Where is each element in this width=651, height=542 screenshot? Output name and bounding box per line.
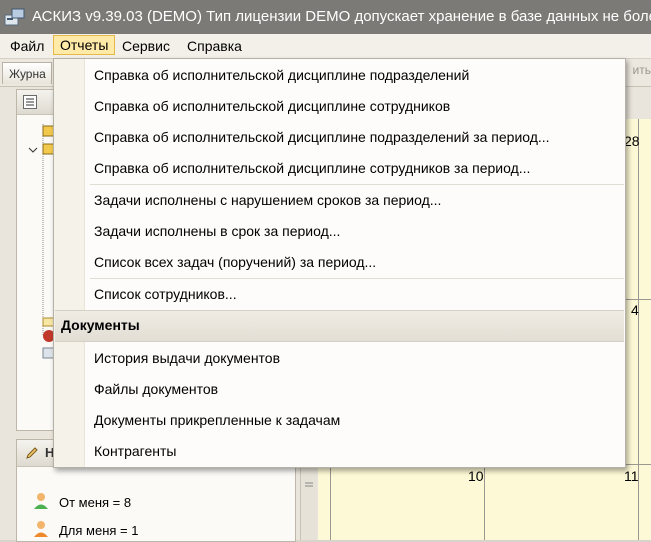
menu-section-documents: Документы <box>55 310 624 342</box>
stat-label: Для меня = 1 <box>59 523 139 538</box>
user-green-icon <box>34 493 48 509</box>
list-icon <box>23 95 37 109</box>
menu-separator <box>90 278 624 279</box>
pencil-icon <box>26 447 38 459</box>
toolbar-clipped-label: ить <box>632 63 651 77</box>
menu-item-doc-files[interactable]: Файлы документов <box>94 378 218 400</box>
reports-dropdown-menu: Справка об исполнительской дисциплине по… <box>53 58 626 468</box>
section-title: Документы <box>61 317 140 333</box>
calendar-day[interactable]: 28 <box>624 133 640 149</box>
menu-item-dept-discipline[interactable]: Справка об исполнительской дисциплине по… <box>94 64 469 86</box>
menu-icon-gutter <box>54 59 85 467</box>
menu-item-doc-history[interactable]: История выдачи документов <box>94 347 280 369</box>
menu-help[interactable]: Справка <box>181 36 248 56</box>
menu-item-tasks-on-time[interactable]: Задачи исполнены в срок за период... <box>94 220 340 242</box>
menu-item-all-tasks[interactable]: Список всех задач (поручений) за период.… <box>94 251 376 273</box>
tab-journal[interactable]: Журна <box>2 62 52 84</box>
menu-item-staff-list[interactable]: Список сотрудников... <box>94 283 237 305</box>
menu-item-task-attachments[interactable]: Документы прикрепленные к задачам <box>94 409 340 431</box>
menu-item-contractors[interactable]: Контрагенты <box>94 440 176 462</box>
stat-label: От меня = 8 <box>59 495 132 510</box>
menu-file[interactable]: Файл <box>4 36 50 56</box>
title-bar: АСКИЗ v9.39.03 (DEMO) Тип лицензии DEMO … <box>0 0 651 34</box>
menu-bar: Файл Отчеты Сервис Справка <box>0 34 651 59</box>
calendar-day[interactable]: 4 <box>631 302 639 318</box>
calendar-day[interactable]: 10 <box>468 468 484 484</box>
vertical-scrollbar[interactable] <box>300 459 317 540</box>
window-title: АСКИЗ v9.39.03 (DEMO) Тип лицензии DEMO … <box>32 8 651 25</box>
menu-item-staff-discipline-period[interactable]: Справка об исполнительской дисциплине со… <box>94 157 530 179</box>
app-icon <box>4 8 25 26</box>
menu-separator <box>90 184 624 185</box>
menu-item-tasks-overdue[interactable]: Задачи исполнены с нарушением сроков за … <box>94 189 441 211</box>
menu-service[interactable]: Сервис <box>116 36 176 56</box>
menu-item-staff-discipline[interactable]: Справка об исполнительской дисциплине со… <box>94 95 450 117</box>
user-orange-icon <box>34 521 48 537</box>
menu-reports[interactable]: Отчеты <box>53 35 116 55</box>
menu-item-dept-discipline-period[interactable]: Справка об исполнительской дисциплине по… <box>94 126 550 148</box>
calendar-day[interactable]: 11 <box>624 468 639 484</box>
